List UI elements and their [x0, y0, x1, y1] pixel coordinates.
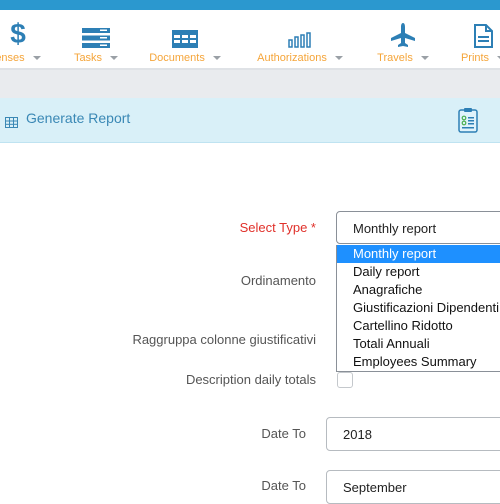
ordinamento-label: Ordinamento	[240, 273, 316, 288]
clipboard-icon[interactable]	[458, 107, 478, 138]
option-monthly-report[interactable]: Monthly report	[337, 245, 500, 263]
nav-item-expenses[interactable]: $ enses	[0, 10, 44, 68]
chevron-down-icon	[212, 56, 221, 60]
table-icon	[172, 18, 198, 48]
nav-item-documents[interactable]: Documents	[149, 10, 221, 68]
bar-chart-icon	[288, 18, 312, 48]
option-daily-report[interactable]: Daily report	[337, 263, 500, 281]
option-cartellino-ridotto[interactable]: Cartellino Ridotto	[337, 317, 500, 335]
nav-label: Prints	[460, 52, 490, 64]
description-daily-totals-checkbox[interactable]	[337, 372, 353, 388]
nav-item-prints[interactable]: Prints	[458, 10, 500, 68]
nav-label: enses	[0, 52, 25, 64]
tasks-icon	[82, 18, 110, 48]
date-to-month-field[interactable]: September	[326, 470, 500, 504]
select-type-label: Select Type *	[239, 220, 316, 235]
date-to-year-value: 2018	[343, 427, 372, 442]
option-totali-annuali[interactable]: Totali Annuali	[337, 335, 500, 353]
option-employees-summary[interactable]: Employees Summary	[337, 353, 500, 371]
date-to-year-label: Date To	[261, 426, 306, 441]
select-type-options: Monthly report Daily report Anagrafiche …	[336, 245, 500, 372]
plane-icon	[390, 18, 416, 48]
table-icon	[5, 115, 18, 133]
nav-label: Authorizations	[257, 52, 327, 64]
nav-item-authorizations[interactable]: Authorizations	[256, 10, 344, 68]
option-anagrafiche[interactable]: Anagrafiche	[337, 281, 500, 299]
panel-header: Generate Report	[0, 98, 500, 143]
chevron-down-icon	[32, 56, 41, 60]
main-nav: $ enses Tasks Documents Authorizations T…	[0, 10, 500, 70]
date-to-month-value: September	[343, 480, 407, 495]
date-to-year-field[interactable]: 2018	[326, 417, 500, 451]
dollar-icon: $	[10, 18, 26, 49]
select-type-value: Monthly report	[353, 221, 437, 236]
page-title: Generate Report	[26, 110, 131, 126]
nav-label: Travels	[377, 52, 413, 64]
nav-item-tasks[interactable]: Tasks	[72, 10, 120, 68]
nav-label: Tasks	[73, 52, 103, 64]
nav-item-travels[interactable]: Travels	[377, 10, 429, 68]
chevron-down-icon	[420, 56, 429, 60]
chevron-down-icon	[110, 56, 119, 60]
date-to-month-label: Date To	[261, 478, 306, 493]
document-icon	[473, 18, 493, 48]
toolbar-spacer	[0, 70, 500, 98]
description-daily-totals-label: Description daily totals	[185, 372, 316, 387]
select-type-dropdown[interactable]: Monthly report	[336, 211, 500, 244]
top-accent-bar	[0, 0, 500, 10]
option-giustificazioni-dipendenti[interactable]: Giustificazioni Dipendenti	[337, 299, 500, 317]
nav-label: Documents	[149, 52, 205, 64]
raggruppa-label: Raggruppa colonne giustificativi	[132, 332, 316, 347]
chevron-down-icon	[334, 56, 343, 60]
